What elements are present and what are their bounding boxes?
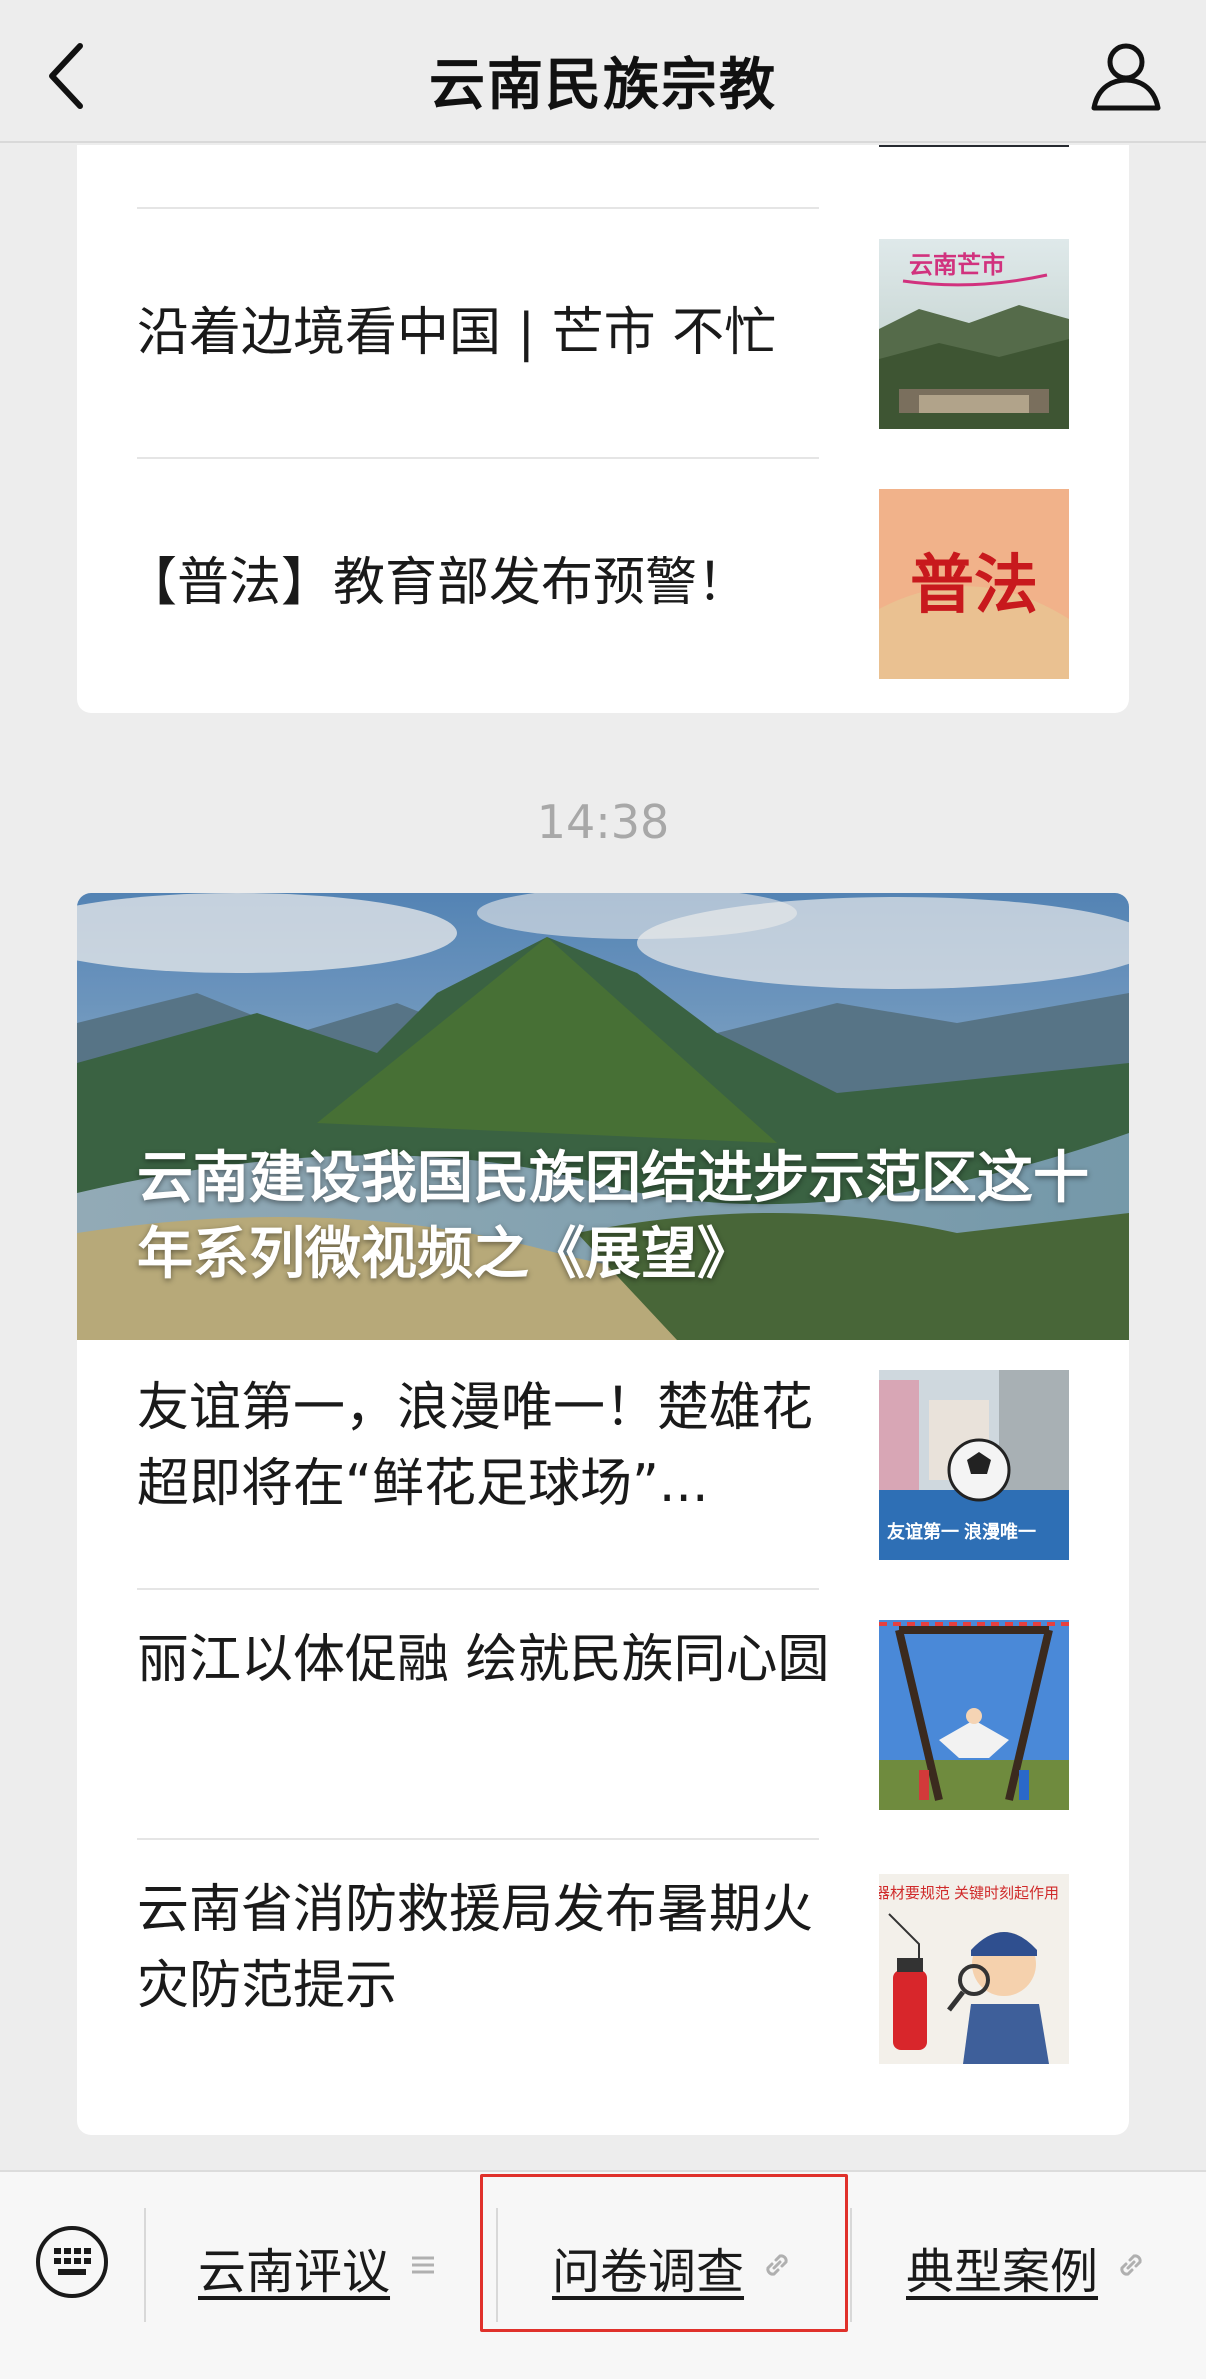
- article-item[interactable]: 友谊第一，浪漫唯一！楚雄花超即将在“鲜花足球场”... 友谊第一 浪漫唯一: [137, 1340, 1069, 1588]
- article-thumbnail: 普法: [879, 489, 1069, 679]
- menu-list-icon: [406, 2248, 440, 2282]
- highlight-box: [480, 2174, 848, 2332]
- previous-article-thumbnail[interactable]: [879, 145, 1069, 147]
- article-item[interactable]: 丽江以体促融 绘就民族同心圆: [137, 1590, 1069, 1838]
- hero-article[interactable]: 云南建设我国民族团结进步示范区这十年系列微视频之《展望》: [77, 893, 1129, 1340]
- menu-separator: [144, 2208, 146, 2322]
- article-item[interactable]: 【普法】教育部发布预警！ 普法: [125, 459, 1069, 713]
- profile-icon[interactable]: [1086, 36, 1166, 116]
- menu-item-yunnan-review[interactable]: 云南评议: [198, 2232, 390, 2300]
- page-title: 云南民族宗教: [429, 53, 777, 118]
- article-thumbnail: [879, 1620, 1069, 1810]
- article-title: 【普法】教育部发布预警！: [125, 553, 750, 613]
- thumb-logo-text: 普法: [910, 549, 1038, 621]
- article-title: 沿着边境看中国 | 芒市 不忙: [137, 303, 777, 363]
- article-item[interactable]: 云南省消防救援局发布暑期火灾防范提示 消防器材要规范 关键时刻起作用: [137, 1840, 1069, 2100]
- thumb-caption: 消防器材要规范 关键时刻起作用: [879, 1885, 1059, 1902]
- thumb-caption: 友谊第一 浪漫唯一: [887, 1521, 1036, 1542]
- article-title: 丽江以体促融 绘就民族同心圆: [137, 1630, 830, 1690]
- thumb-logo-text: 云南芒市: [909, 251, 1005, 279]
- link-icon: [1114, 2248, 1148, 2282]
- article-group-card: 云南建设我国民族团结进步示范区这十年系列微视频之《展望》 友谊第一，浪漫唯一！楚…: [77, 893, 1129, 2135]
- article-item[interactable]: 沿着边境看中国 | 芒市 不忙 云南芒市: [137, 209, 1069, 457]
- article-thumbnail: 云南芒市: [879, 239, 1069, 429]
- article-title: 云南省消防救援局发布暑期火灾防范提示: [137, 1880, 814, 2016]
- top-navbar: 云南民族宗教: [0, 0, 1206, 143]
- article-thumbnail: 友谊第一 浪漫唯一: [879, 1370, 1069, 1560]
- menu-separator: [850, 2208, 852, 2322]
- hero-title: 云南建设我国民族团结进步示范区这十年系列微视频之《展望》: [137, 1146, 1089, 1287]
- menu-item-typical-cases[interactable]: 典型案例: [906, 2232, 1098, 2300]
- message-timestamp: 14:38: [536, 795, 670, 849]
- message-list[interactable]: 沿着边境看中国 | 芒市 不忙 云南芒市 【普法】教育部发布预警！ 普法 14:…: [0, 145, 1206, 2170]
- article-group-card: 沿着边境看中国 | 芒市 不忙 云南芒市 【普法】教育部发布预警！ 普法: [77, 145, 1129, 713]
- article-title: 友谊第一，浪漫唯一！楚雄花超即将在“鲜花足球场”...: [137, 1378, 814, 1514]
- keyboard-icon[interactable]: [34, 2224, 110, 2300]
- article-thumbnail: 消防器材要规范 关键时刻起作用: [879, 1874, 1069, 2064]
